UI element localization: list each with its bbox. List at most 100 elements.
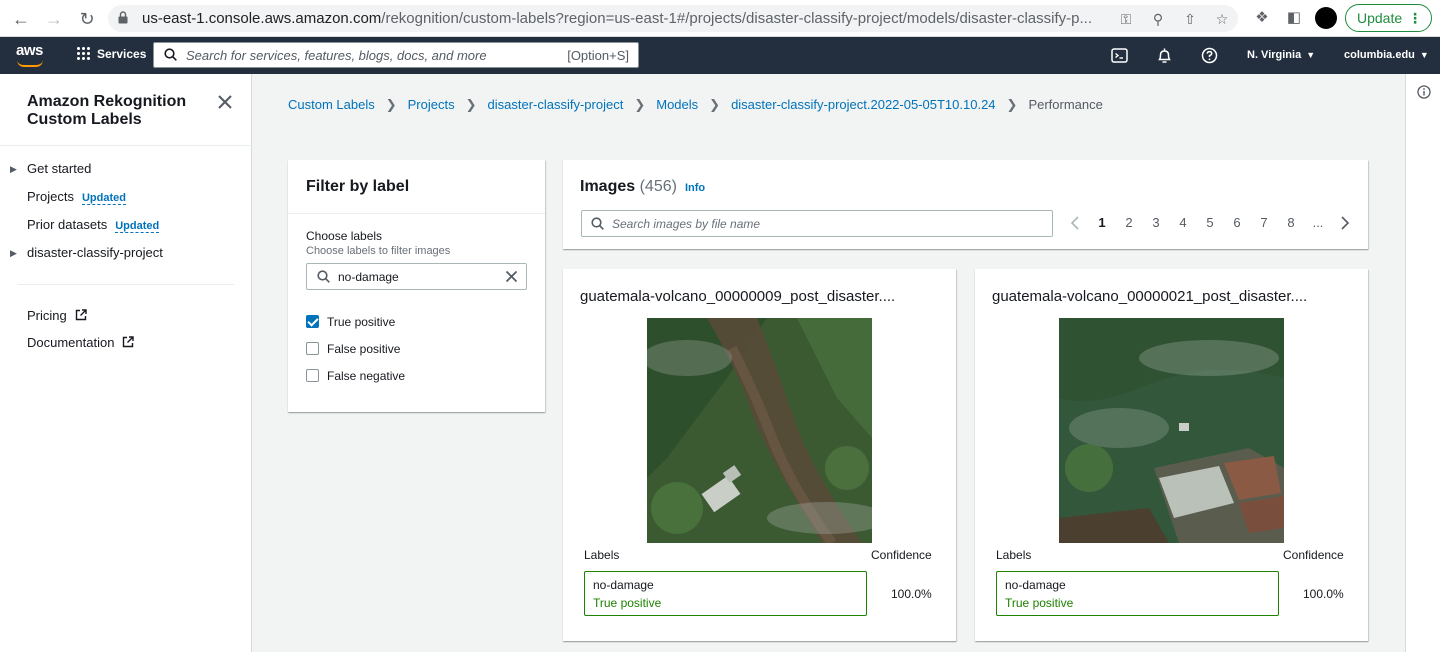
extensions-icon[interactable]: ❖ (1253, 9, 1271, 27)
key-icon[interactable]: ⚿ (1117, 10, 1135, 28)
info-icon[interactable] (1417, 85, 1431, 99)
search-icon (317, 270, 330, 283)
breadcrumb-current: Performance (1028, 97, 1103, 112)
image-file-name: guatemala-volcano_00000021_post_disaster… (992, 288, 1308, 305)
cloudshell-icon[interactable] (1111, 47, 1128, 64)
satellite-image-thumbnail[interactable] (647, 318, 872, 543)
page-1[interactable]: 1 (1093, 215, 1111, 230)
expand-triangle-icon[interactable]: ▶ (10, 164, 17, 175)
sidebar-item-disaster-classify-project[interactable]: disaster-classify-project (27, 245, 163, 260)
label-filter-value: no-damage (338, 270, 399, 284)
region-label: N. Virginia (1247, 49, 1302, 61)
reload-icon[interactable]: ↻ (75, 7, 99, 31)
breadcrumb-link-projects[interactable]: Projects (408, 97, 455, 112)
satellite-image-thumbnail[interactable] (1059, 318, 1284, 543)
sidebar-link-label: Pricing (27, 308, 67, 323)
breadcrumb-link-custom-labels[interactable]: Custom Labels (288, 97, 375, 112)
page-4[interactable]: 4 (1174, 215, 1192, 230)
sidebar-item-label: disaster-classify-project (27, 245, 163, 260)
label-status: True positive (1005, 596, 1074, 610)
updated-badge[interactable]: Updated (115, 220, 160, 233)
next-page-icon[interactable] (1339, 216, 1351, 230)
update-button[interactable]: Update ⋮ (1345, 4, 1432, 32)
profile-avatar[interactable] (1315, 7, 1337, 29)
breadcrumb-link-project[interactable]: disaster-classify-project (488, 97, 624, 112)
browser-toolbar: ← → ↻ us-east-1.console.aws.amazon.com/r… (0, 0, 1440, 37)
filter-by-label-panel: Filter by label Choose labels Choose lab… (288, 160, 545, 412)
sidepanel-icon[interactable]: ◧ (1285, 9, 1303, 27)
url-path: /rekognition/custom-labels?region=us-eas… (381, 10, 1092, 27)
true-positive-checkbox[interactable] (306, 315, 319, 328)
url-host: us-east-1.console.aws.amazon.com (142, 10, 382, 27)
bookmark-star-icon[interactable]: ☆ (1213, 10, 1231, 28)
caret-down-icon: ▼ (1306, 50, 1316, 60)
choose-labels-description: Choose labels to filter images (306, 245, 451, 257)
previous-page-icon[interactable] (1069, 216, 1081, 230)
sidebar-item-label: Prior datasets (27, 217, 108, 232)
grid-icon (76, 46, 90, 60)
false-negative-checkbox[interactable] (306, 369, 319, 382)
divider (0, 145, 252, 146)
aws-logo[interactable]: aws (16, 42, 46, 68)
breadcrumb: Custom Labels ❯ Projects ❯ disaster-classify… (288, 97, 1103, 113)
checkbox-label: False positive (327, 342, 401, 356)
clear-icon[interactable] (505, 270, 518, 283)
images-count: (456) (639, 178, 677, 195)
forward-icon[interactable]: → (42, 7, 66, 31)
zoom-icon[interactable]: ⚲ (1149, 10, 1167, 28)
labels-header: Labels (996, 548, 1032, 562)
false-positive-checkbox[interactable] (306, 342, 319, 355)
page-2[interactable]: 2 (1120, 215, 1138, 230)
images-title: Images (580, 178, 636, 195)
true-positive-checkbox-row[interactable]: True positive (306, 315, 395, 329)
close-icon[interactable] (216, 93, 234, 111)
info-link[interactable]: Info (685, 182, 705, 194)
sidebar-link-documentation[interactable]: Documentation (27, 335, 135, 350)
page-3[interactable]: 3 (1147, 215, 1165, 230)
sidebar-title[interactable]: Amazon Rekognition Custom Labels (27, 93, 207, 129)
filter-panel-header: Filter by label (288, 160, 545, 214)
label-result-box: no-damage True positive (996, 571, 1279, 616)
services-menu[interactable]: Services (76, 46, 146, 61)
address-bar[interactable]: us-east-1.console.aws.amazon.com/rekogni… (108, 5, 1238, 32)
notifications-bell-icon[interactable] (1156, 47, 1173, 64)
false-negative-checkbox-row[interactable]: False negative (306, 369, 405, 383)
image-search-placeholder: Search images by file name (612, 217, 761, 231)
image-file-name: guatemala-volcano_00000009_post_disaster… (580, 288, 896, 305)
breadcrumb-link-models[interactable]: Models (656, 97, 698, 112)
lock-icon (118, 11, 128, 24)
choose-labels-label: Choose labels (306, 229, 383, 243)
filter-panel-title: Filter by label (306, 178, 410, 195)
page-7[interactable]: 7 (1255, 215, 1273, 230)
updated-badge[interactable]: Updated (81, 192, 126, 205)
sidebar-item-get-started[interactable]: Get started (27, 161, 91, 176)
update-label: Update (1357, 10, 1403, 26)
label-name: no-damage (593, 578, 654, 592)
sidebar-item-label: Projects (27, 189, 74, 204)
divider (18, 284, 234, 285)
aws-search-input[interactable]: Search for services, features, blogs, do… (153, 42, 639, 68)
region-selector[interactable]: N. Virginia ▼ (1247, 49, 1315, 61)
page-6[interactable]: 6 (1228, 215, 1246, 230)
images-panel: Images (456) Info Search images by file n… (563, 160, 1368, 249)
label-filter-input[interactable]: no-damage (306, 263, 527, 290)
caret-down-icon: ▼ (1419, 50, 1429, 60)
side-navigation: Amazon Rekognition Custom Labels ▶ Get s… (0, 74, 252, 652)
false-positive-checkbox-row[interactable]: False positive (306, 342, 400, 356)
aws-search-shortcut: [Option+S] (567, 48, 629, 63)
back-icon[interactable]: ← (9, 7, 33, 31)
sidebar-link-pricing[interactable]: Pricing (27, 308, 87, 323)
page-5[interactable]: 5 (1201, 215, 1219, 230)
sidebar-item-prior-datasets[interactable]: Prior datasets Updated (27, 217, 160, 233)
image-search-input[interactable]: Search images by file name (581, 210, 1053, 237)
more-icon: ⋮ (1408, 10, 1422, 26)
expand-triangle-icon[interactable]: ▶ (10, 248, 17, 259)
images-panel-title: Images (456) Info (580, 178, 705, 196)
sidebar-item-projects[interactable]: Projects Updated (27, 189, 126, 205)
help-icon[interactable] (1201, 47, 1218, 64)
aws-smile-icon (17, 60, 43, 67)
account-menu[interactable]: columbia.edu ▼ (1344, 49, 1429, 61)
breadcrumb-link-model[interactable]: disaster-classify-project.2022-05-05T10.… (731, 97, 995, 112)
share-icon[interactable]: ⇧ (1181, 10, 1199, 28)
page-8[interactable]: 8 (1282, 215, 1300, 230)
